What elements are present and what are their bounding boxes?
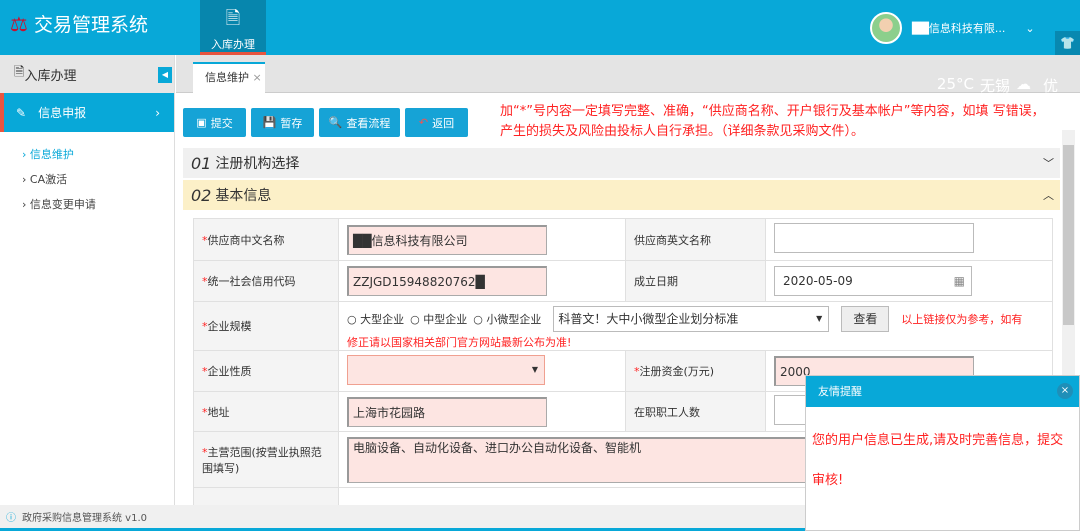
en-name-input[interactable] (773, 223, 974, 253)
document-icon: 🗎 (14, 65, 25, 80)
sidebar-item-info-report[interactable]: ✎ 信息申报 › (0, 93, 174, 132)
dropdown-arrow-icon: ▼ (531, 364, 538, 374)
close-icon[interactable]: × (253, 71, 262, 84)
sidebar-subitem[interactable]: › 信息维护 (0, 142, 174, 167)
chevron-up-icon: ︿ (1043, 189, 1054, 202)
view-button[interactable]: 查看 (841, 306, 890, 332)
user-menu[interactable]: ██信息科技有限... ⌄ (870, 12, 1035, 44)
collapse-sidebar-button[interactable]: ◀ (158, 67, 172, 83)
document-icon: 🗎 (225, 8, 241, 29)
section-basic-info[interactable]: 02 基本信息 ︿ (183, 180, 1060, 210)
save-draft-button[interactable]: 💾 暂存 (251, 108, 314, 137)
view-flow-button[interactable]: 🔍 查看流程 (319, 108, 400, 137)
radio-large[interactable]: ○ 大型企业 (347, 311, 404, 327)
back-arrow-icon: ↶ (418, 116, 429, 129)
info-icon: ⓘ (6, 513, 16, 524)
scale-standard-select[interactable]: 科普文！大中小微型企业划分标准 ▼ (553, 306, 830, 332)
edit-icon: ✎ (16, 105, 27, 120)
submit-button[interactable]: ▣ 提交 (183, 108, 246, 137)
chevron-right-icon: › (155, 105, 160, 120)
reminder-popup: 友情提醒 × 您的用户信息已生成,请及时完善信息，提交审核! (805, 375, 1080, 531)
scales-icon: ⚖ (10, 11, 28, 36)
radio-medium[interactable]: ○ 中型企业 (410, 311, 467, 327)
weather-widget: 25°C 无锡 ☁ 优 (936, 75, 1058, 95)
submit-icon: ▣ (196, 116, 207, 129)
nav-tab-storage[interactable]: 🗎 入库办理 (200, 0, 266, 55)
calendar-icon[interactable]: ▦ (954, 267, 965, 295)
address-input[interactable]: 上海市花园路 (347, 396, 547, 427)
section-registry[interactable]: 01 注册机构选择 ﹀ (183, 148, 1060, 178)
chevron-down-icon: ⌄ (1025, 21, 1035, 35)
sidebar-subitem[interactable]: › CA激活 (0, 167, 174, 192)
tab-bar: 信息维护 × 25°C 无锡 ☁ 优 (176, 55, 1080, 95)
sidebar-header: 🗎 入库办理 ◀ (0, 55, 174, 93)
credit-code-input[interactable]: ZZJGD15948820762█ (347, 266, 547, 296)
notice-text: 加“*”号内容一定填写完整、准确，“供应商名称、开户银行及基本帐户”等内容，如填… (500, 104, 1045, 139)
cn-name-input[interactable]: ██信息科技有限公司 (347, 224, 547, 255)
popup-header: 友情提醒 × (806, 376, 1079, 407)
search-icon: 🔍 (328, 116, 343, 129)
app-logo: ⚖ 交易管理系统 (10, 11, 148, 37)
sidebar-subitem[interactable]: › 信息变更申请 (0, 192, 174, 217)
skin-icon[interactable]: 👕 (1055, 31, 1080, 55)
chevron-down-icon: ﹀ (1043, 157, 1054, 170)
nature-select[interactable]: ▼ (347, 354, 545, 385)
back-button[interactable]: ↶ 返回 (405, 108, 468, 137)
sidebar: 🗎 入库办理 ◀ ✎ 信息申报 › › 信息维护 › CA激活 › 信息变更申请 (0, 55, 175, 505)
radio-small[interactable]: ○ 小微型企业 (473, 311, 541, 327)
tab-info-maintain[interactable]: 信息维护 × (193, 62, 265, 94)
save-icon: 💾 (262, 116, 277, 129)
scrollbar-thumb[interactable] (1063, 145, 1074, 325)
close-icon[interactable]: × (1057, 383, 1073, 399)
date-input[interactable]: 2020-05-09 ▦ (773, 266, 972, 296)
avatar (870, 12, 902, 44)
dropdown-arrow-icon: ▼ (816, 314, 823, 323)
cloud-icon: ☁ (1015, 75, 1031, 93)
